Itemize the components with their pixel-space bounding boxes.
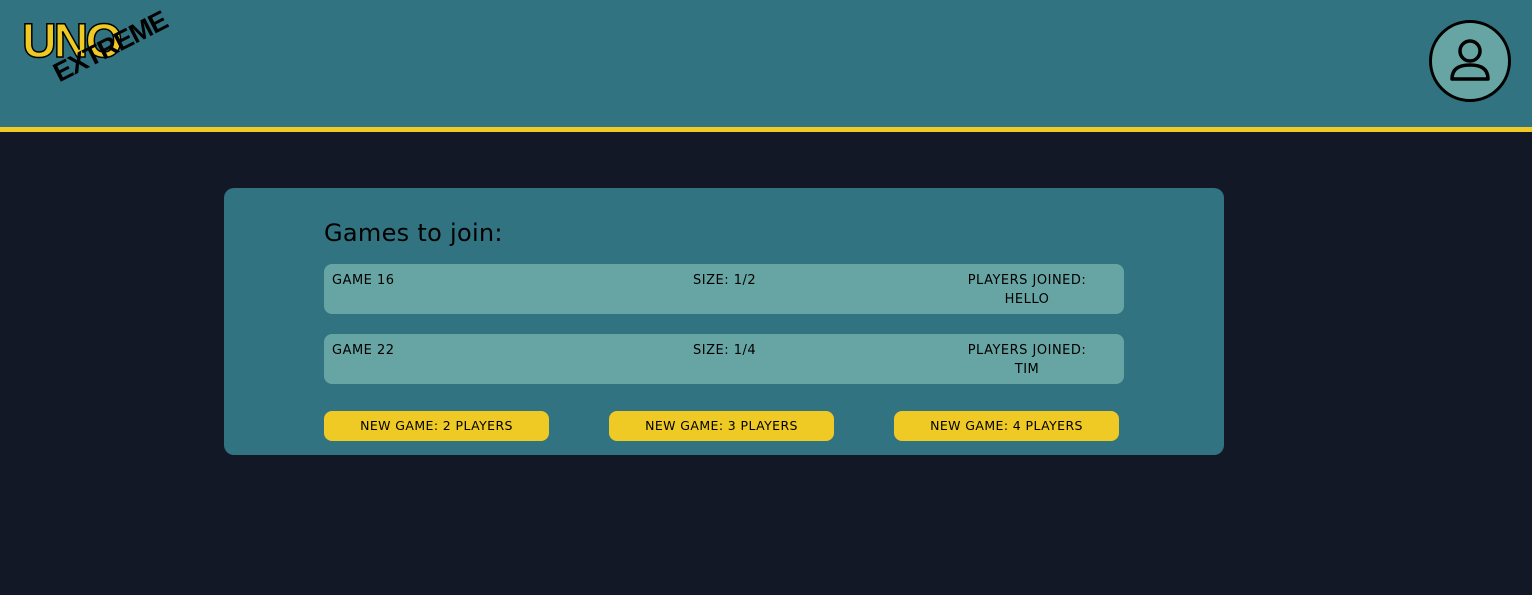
game-name: GAME 22 (332, 343, 395, 358)
game-row[interactable]: GAME 22 SIZE: 1/4 PLAYERS JOINED: TIM (324, 334, 1124, 384)
game-size: SIZE: 1/4 (693, 343, 757, 358)
new-game-3-players-button[interactable]: NEW GAME: 3 PLAYERS (609, 411, 834, 441)
user-icon (1450, 39, 1490, 81)
game-name: GAME 16 (332, 273, 395, 288)
game-row[interactable]: GAME 16 SIZE: 1/2 PLAYERS JOINED: HELLO (324, 264, 1124, 314)
game-players: PLAYERS JOINED: HELLO (952, 271, 1102, 309)
players-joined-label: PLAYERS JOINED: (967, 273, 1087, 288)
game-players: PLAYERS JOINED: TIM (952, 341, 1102, 379)
players-joined-names: TIM (1014, 362, 1040, 377)
new-game-2-players-button[interactable]: NEW GAME: 2 PLAYERS (324, 411, 549, 441)
user-avatar-button[interactable] (1429, 20, 1511, 102)
lobby-title: Games to join: (324, 219, 503, 247)
new-game-4-players-button[interactable]: NEW GAME: 4 PLAYERS (894, 411, 1119, 441)
lobby-panel: Games to join: GAME 16 SIZE: 1/2 PLAYERS… (224, 188, 1224, 455)
logo[interactable]: UNO EXTREME (21, 5, 202, 114)
game-size: SIZE: 1/2 (693, 273, 757, 288)
top-header: UNO EXTREME (0, 0, 1532, 132)
players-joined-names: HELLO (1004, 292, 1050, 307)
players-joined-label: PLAYERS JOINED: (967, 343, 1087, 358)
